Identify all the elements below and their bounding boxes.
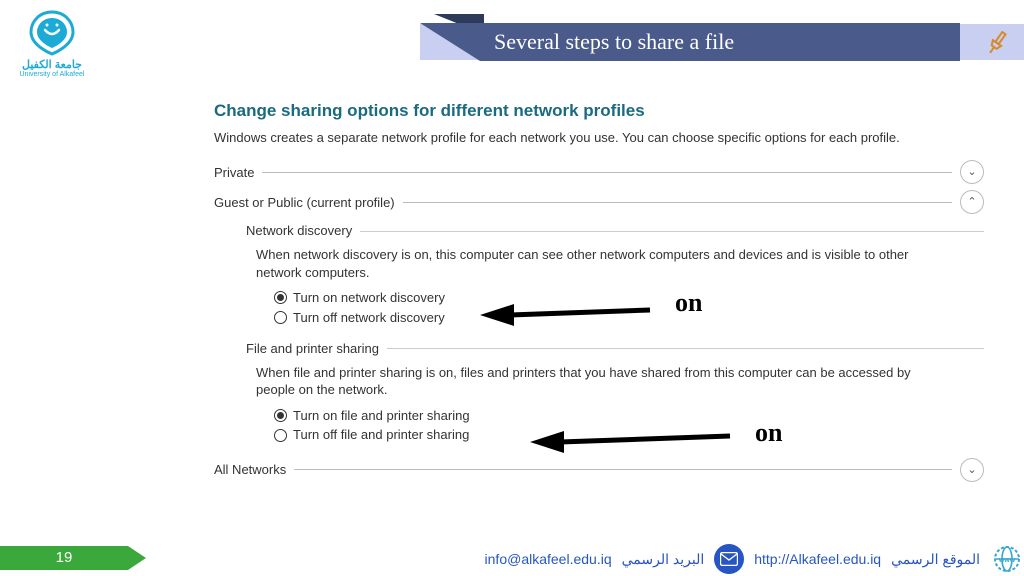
panel-intro: Windows creates a separate network profi… bbox=[214, 129, 984, 147]
section-guest-public[interactable]: Guest or Public (current profile) ⌃ bbox=[214, 190, 984, 214]
radio-fps-on[interactable]: Turn on file and printer sharing bbox=[274, 407, 984, 425]
annotation-arrow-1-icon bbox=[480, 300, 660, 330]
chevron-up-icon[interactable]: ⌃ bbox=[960, 190, 984, 214]
chevron-down-icon[interactable]: ⌄ bbox=[960, 160, 984, 184]
subsection-title: File and printer sharing bbox=[246, 340, 387, 358]
footer-site: http://Alkafeel.edu.iq bbox=[754, 551, 881, 567]
logo-text-en: University of Alkafeel bbox=[12, 71, 92, 78]
radio-label: Turn off file and printer sharing bbox=[293, 426, 469, 444]
radio-label: Turn off network discovery bbox=[293, 309, 445, 327]
annotation-on-2: on bbox=[755, 418, 782, 448]
university-logo: جامعة الكفيل University of Alkafeel bbox=[12, 8, 92, 78]
radio-icon bbox=[274, 291, 287, 304]
page-number: 19 bbox=[0, 546, 128, 570]
radio-label: Turn on file and printer sharing bbox=[293, 407, 470, 425]
footer-site-label: الموقع الرسمي bbox=[891, 551, 980, 568]
section-label: All Networks bbox=[214, 461, 294, 479]
slide-title: Several steps to share a file bbox=[480, 23, 960, 61]
section-label: Guest or Public (current profile) bbox=[214, 194, 403, 212]
fps-desc: When file and printer sharing is on, fil… bbox=[256, 364, 916, 399]
subsection-network-discovery: Network discovery bbox=[246, 222, 984, 240]
panel-heading: Change sharing options for different net… bbox=[214, 100, 984, 123]
logo-text-ar: جامعة الكفيل bbox=[12, 58, 92, 71]
annotation-on-1: on bbox=[675, 288, 702, 318]
section-label: Private bbox=[214, 164, 262, 182]
footer-email: info@alkafeel.edu.iq bbox=[485, 551, 612, 567]
pin-icon bbox=[982, 28, 1012, 63]
section-all-networks[interactable]: All Networks ⌄ bbox=[214, 458, 984, 482]
footer-email-label: البريد الرسمي bbox=[622, 551, 705, 568]
title-chevron bbox=[420, 23, 480, 61]
subsection-file-printer-sharing: File and printer sharing bbox=[246, 340, 984, 358]
mail-icon bbox=[714, 544, 744, 574]
network-discovery-desc: When network discovery is on, this compu… bbox=[256, 246, 916, 281]
logo-mark-icon bbox=[25, 8, 79, 56]
radio-icon bbox=[274, 409, 287, 422]
subsection-title: Network discovery bbox=[246, 222, 360, 240]
svg-text:www: www bbox=[998, 557, 1016, 564]
radio-icon bbox=[274, 429, 287, 442]
section-private[interactable]: Private ⌄ bbox=[214, 160, 984, 184]
chevron-down-icon[interactable]: ⌄ bbox=[960, 458, 984, 482]
radio-label: Turn on network discovery bbox=[293, 289, 445, 307]
radio-icon bbox=[274, 311, 287, 324]
slide-footer: 19 info@alkafeel.edu.iq البريد الرسمي ht… bbox=[0, 542, 1024, 576]
www-icon: www bbox=[990, 542, 1024, 576]
annotation-arrow-2-icon bbox=[530, 428, 740, 458]
